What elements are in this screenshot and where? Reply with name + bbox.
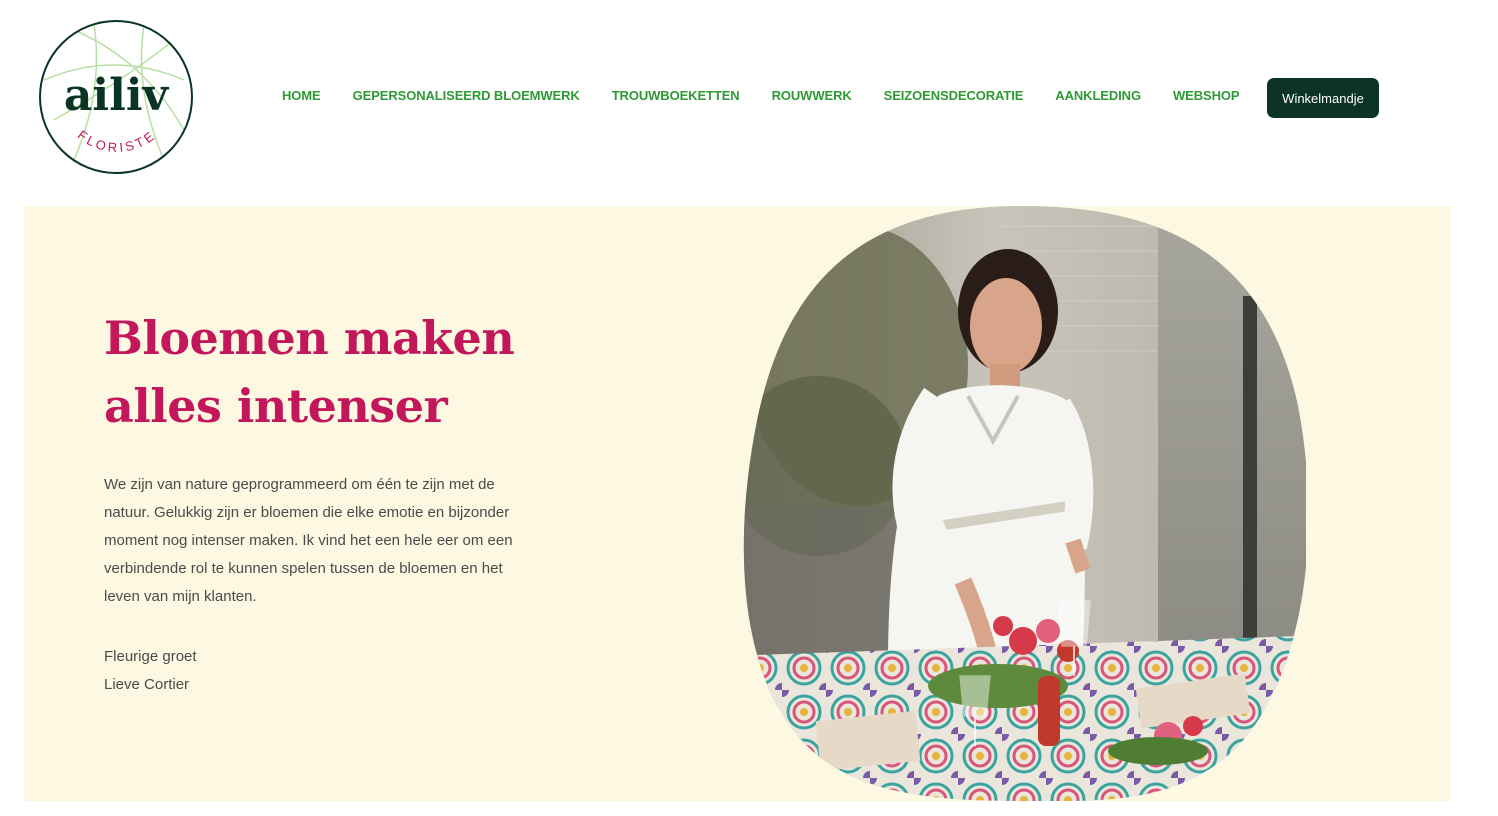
logo-wordmark: ailiv [64, 70, 170, 121]
hero-greeting: Fleurige groet [104, 648, 197, 665]
nav-item-trouwboeketten[interactable]: TROUWBOEKETTEN [596, 84, 756, 107]
hero-section: Bloemen maken alles intenser We zijn van… [24, 206, 1451, 801]
nav-item-home[interactable]: HOME [266, 84, 337, 107]
ailiv-logo[interactable]: ailiv FLORISTE [34, 20, 198, 176]
hero-title-line-1: Bloemen maken [104, 311, 515, 365]
nav-item-webshop[interactable]: WEBSHOP [1157, 84, 1255, 107]
nav-item-gepersonaliseerd-bloemwerk[interactable]: GEPERSONALISEERD BLOEMWERK [337, 84, 596, 107]
nav-item-aankleding[interactable]: AANKLEDING [1039, 84, 1157, 107]
cart-button[interactable]: Winkelmandje [1267, 78, 1379, 118]
hero-title: Bloemen maken alles intenser [104, 304, 604, 440]
hero-body-text: We zijn van nature geprogrammeerd om één… [104, 476, 513, 605]
hero-title-line-2: alles intenser [104, 379, 448, 433]
nav-item-seizoensdecoratie[interactable]: SEIZOENSDECORATIE [868, 84, 1040, 107]
main-nav: HOME GEPERSONALISEERD BLOEMWERK TROUWBOE… [266, 84, 1255, 107]
florist-portrait-photo [743, 206, 1306, 801]
hero-signature-block: Fleurige groet Lieve Cortier [104, 643, 404, 699]
nav-item-rouwwerk[interactable]: ROUWWERK [756, 84, 868, 107]
hero-signature: Lieve Cortier [104, 676, 190, 693]
site-header: ailiv FLORISTE HOME GEPERSONALISEERD BLO… [0, 0, 1498, 200]
